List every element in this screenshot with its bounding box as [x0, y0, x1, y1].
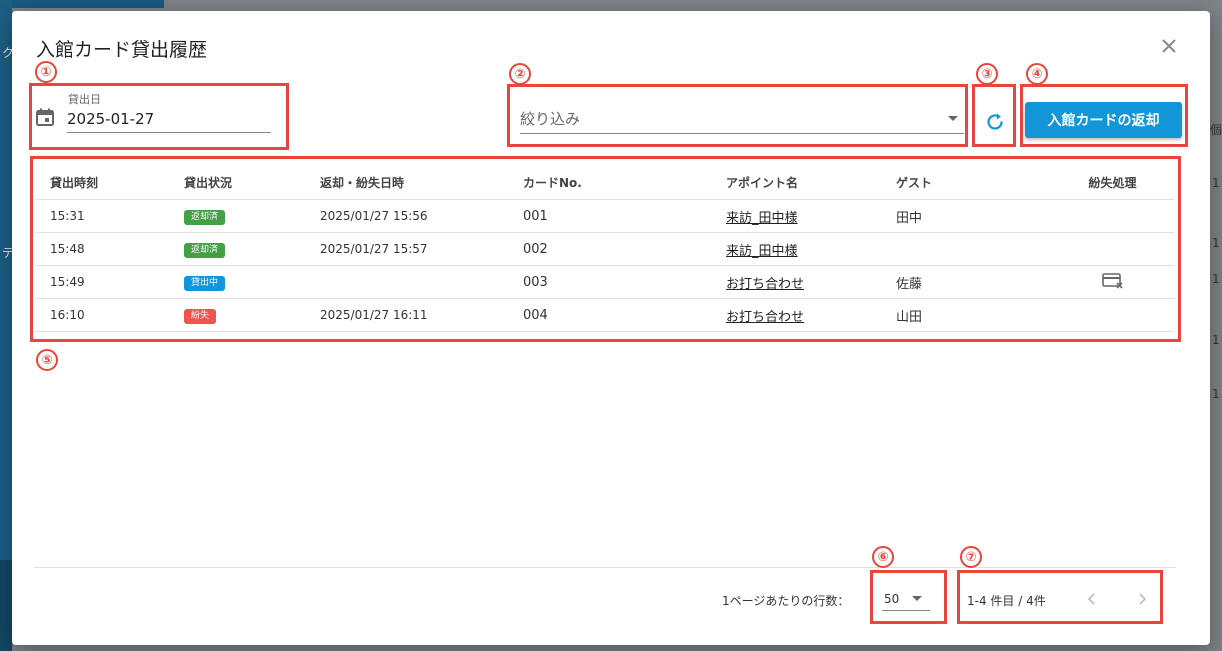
callout-box-1: [29, 83, 289, 150]
callout-box-7: [957, 570, 1163, 624]
callout-box-3: [972, 84, 1016, 147]
callout-number: ⑤: [36, 349, 58, 371]
callout-number: ②: [509, 63, 531, 85]
callout-box-6: [870, 570, 947, 624]
backdrop-sidebar-footer: [0, 560, 12, 651]
backdrop-char: 1: [1212, 333, 1220, 347]
backdrop-char: 1: [1212, 387, 1220, 401]
dialog-title: 入館カード貸出履歴: [36, 39, 208, 61]
backdrop-char: 1: [1212, 272, 1220, 286]
callout-number: ⑦: [960, 546, 982, 568]
backdrop-char: 1: [1212, 236, 1220, 250]
backdrop-sidebar: [0, 0, 12, 651]
backdrop-char: 1: [1212, 176, 1220, 190]
backdrop-char: 個: [1210, 123, 1222, 137]
callout-number: ①: [35, 61, 57, 83]
callout-box-4: [1020, 84, 1188, 147]
footer-divider: [34, 567, 1176, 568]
backdrop-header: [12, 0, 164, 8]
callout-number: ⑥: [872, 546, 894, 568]
close-button[interactable]: [1156, 33, 1182, 59]
rows-per-page-label: 1ページあたりの行数：: [722, 594, 850, 608]
callout-box-5: [30, 156, 1181, 342]
callout-box-2: [507, 84, 968, 147]
callout-number: ④: [1026, 63, 1048, 85]
callout-number: ③: [976, 63, 998, 85]
close-icon: [1162, 39, 1176, 53]
